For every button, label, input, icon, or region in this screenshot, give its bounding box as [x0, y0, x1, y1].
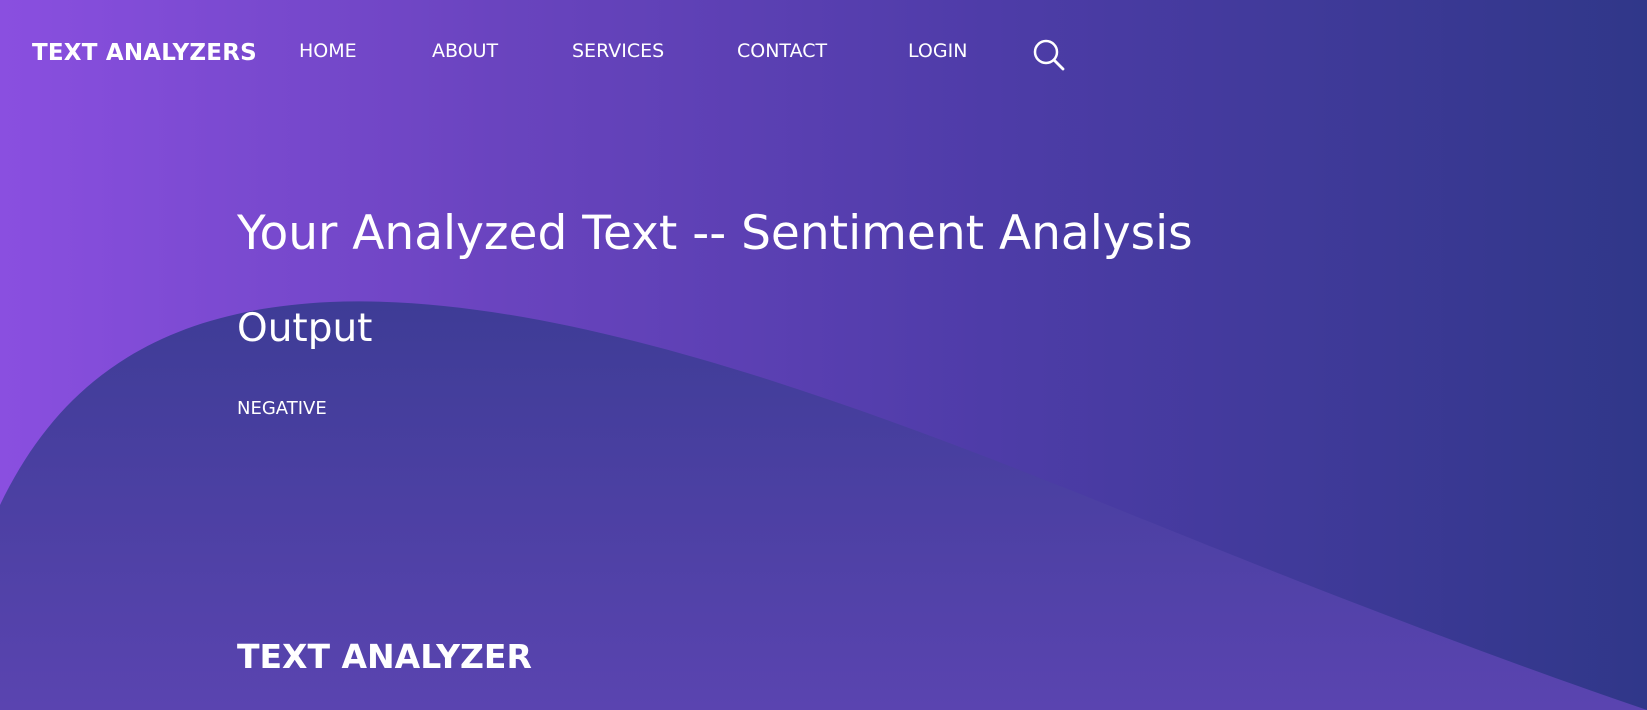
- sentiment-result: NEGATIVE: [237, 398, 327, 419]
- top-navigation: TEXT ANALYZERS HOME ABOUT SERVICES CONTA…: [0, 0, 1647, 106]
- wave-background: [0, 301, 1647, 710]
- search-icon[interactable]: [1032, 38, 1066, 72]
- output-heading: Output: [237, 306, 373, 351]
- nav-about[interactable]: ABOUT: [432, 40, 498, 62]
- page-title: Your Analyzed Text -- Sentiment Analysis: [237, 206, 1193, 261]
- nav-services[interactable]: SERVICES: [572, 40, 664, 62]
- nav-contact[interactable]: CONTACT: [737, 40, 827, 62]
- footer-title: TEXT ANALYZER: [237, 637, 532, 676]
- nav-home[interactable]: HOME: [299, 40, 357, 62]
- nav-login[interactable]: LOGIN: [908, 40, 967, 62]
- brand-logo[interactable]: TEXT ANALYZERS: [32, 40, 257, 66]
